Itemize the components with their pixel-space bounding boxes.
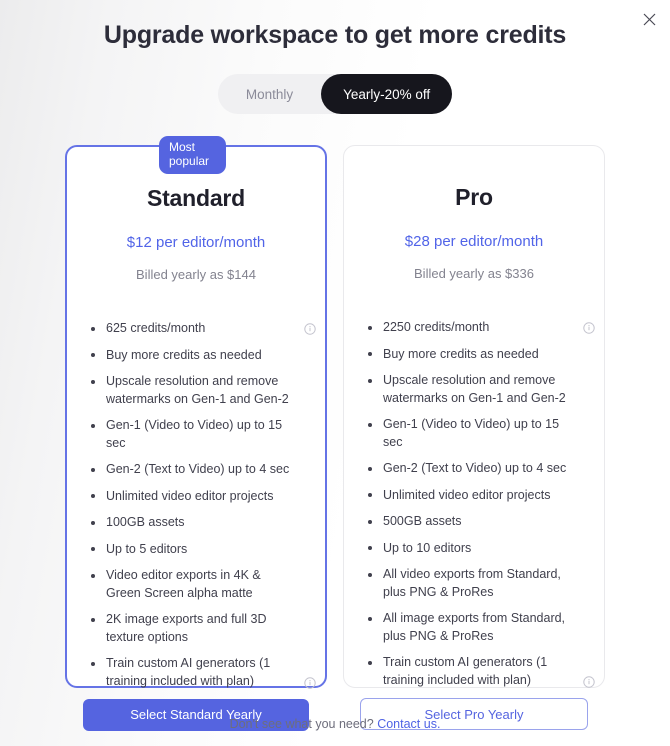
close-icon: [643, 13, 656, 26]
list-item: Up to 5 editors: [67, 541, 325, 559]
feature-text: Buy more credits as needed: [383, 346, 539, 361]
list-item: 2K image exports and full 3D texture opt…: [67, 611, 325, 646]
most-popular-badge: Most popular: [159, 136, 226, 174]
list-item: Train custom AI generators (1 training i…: [344, 654, 604, 689]
feature-text: All image exports from Standard, plus PN…: [383, 611, 566, 643]
feature-text: Unlimited video editor projects: [106, 488, 274, 503]
feature-text: Upscale resolution and remove watermarks…: [383, 373, 566, 405]
info-icon[interactable]: [583, 322, 595, 334]
list-item: Unlimited video editor projects: [344, 487, 604, 505]
plan-card-standard: Most popular Standard $12 per editor/mon…: [65, 136, 327, 731]
list-item: Up to 10 editors: [344, 540, 604, 558]
billing-toggle-track: Monthly Yearly-20% off: [217, 74, 453, 114]
feature-text: Gen-1 (Video to Video) up to 15 sec: [383, 417, 560, 449]
list-item: Gen-1 (Video to Video) up to 15 sec: [344, 416, 604, 451]
feature-text: 2K image exports and full 3D texture opt…: [106, 612, 267, 644]
bullet-icon: [368, 573, 378, 577]
bullet-icon: [91, 618, 101, 622]
bullet-icon: [91, 521, 101, 525]
info-icon[interactable]: [304, 677, 316, 689]
feature-text: Gen-2 (Text to Video) up to 4 sec: [383, 461, 567, 475]
bullet-icon: [91, 547, 101, 551]
list-item: Gen-1 (Video to Video) up to 15 sec: [67, 417, 325, 452]
list-item: 2250 credits/month: [344, 319, 604, 337]
list-item: Train custom AI generators (1 training i…: [67, 655, 325, 690]
bullet-icon: [91, 468, 101, 472]
contact-us-link[interactable]: Contact us.: [377, 717, 440, 731]
list-item: Upscale resolution and remove watermarks…: [67, 373, 325, 408]
list-item: Upscale resolution and remove watermarks…: [344, 372, 604, 407]
toggle-option-monthly[interactable]: Monthly: [218, 74, 321, 114]
bullet-icon: [368, 661, 378, 665]
close-button[interactable]: [637, 7, 661, 31]
bullet-icon: [91, 424, 101, 428]
plan-name: Pro: [455, 184, 493, 210]
list-item: Gen-2 (Text to Video) up to 4 sec: [67, 461, 325, 479]
feature-text: 2250 credits/month: [383, 320, 490, 334]
feature-text: Upscale resolution and remove watermarks…: [106, 374, 289, 406]
bullet-icon: [91, 574, 101, 578]
feature-text: Video editor exports in 4K & Green Scree…: [106, 568, 261, 600]
plan-cards: Most popular Standard $12 per editor/mon…: [65, 136, 605, 731]
feature-text: Up to 10 editors: [383, 540, 472, 555]
feature-text: Unlimited video editor projects: [383, 487, 551, 502]
feature-text: Gen-1 (Video to Video) up to 15 sec: [106, 418, 283, 450]
bullet-icon: [91, 662, 101, 666]
footer: Don't see what you need? Contact us.: [0, 717, 670, 731]
feature-text: Train custom AI generators (1 training i…: [106, 656, 271, 688]
feature-text: 500GB assets: [383, 514, 462, 528]
plan-price: $12 per editor/month: [126, 234, 266, 251]
bullet-icon: [91, 327, 101, 331]
info-icon[interactable]: [583, 676, 595, 688]
bullet-icon: [368, 520, 378, 524]
list-item: 500GB assets: [344, 513, 604, 531]
footer-text: Don't see what you need?: [229, 717, 374, 731]
bullet-icon: [368, 326, 378, 330]
feature-list: 2250 credits/month Buy more credits as n…: [344, 319, 604, 698]
feature-text: Up to 5 editors: [106, 541, 188, 556]
list-item: Buy more credits as needed: [67, 347, 325, 365]
list-item: All image exports from Standard, plus PN…: [344, 610, 604, 645]
plan-price: $28 per editor/month: [404, 233, 544, 250]
list-item: 625 credits/month: [67, 320, 325, 338]
bullet-icon: [368, 467, 378, 471]
feature-text: Buy more credits as needed: [106, 347, 262, 362]
plan-card-pro: Pro $28 per editor/month Billed yearly a…: [343, 145, 605, 730]
feature-list: 625 credits/month Buy more credits as ne…: [67, 320, 325, 699]
bullet-icon: [368, 423, 378, 427]
bullet-icon: [368, 493, 378, 497]
feature-text: All video exports from Standard, plus PN…: [383, 567, 561, 599]
bullet-icon: [91, 380, 101, 384]
bullet-icon: [368, 617, 378, 621]
upgrade-modal: Upgrade workspace to get more credits Mo…: [0, 0, 670, 746]
list-item: Video editor exports in 4K & Green Scree…: [67, 567, 325, 602]
plan-billing-note: Billed yearly as $336: [414, 266, 534, 281]
feature-text: 625 credits/month: [106, 321, 206, 335]
bullet-icon: [368, 352, 378, 356]
bullet-icon: [91, 353, 101, 357]
info-icon[interactable]: [304, 323, 316, 335]
list-item: Buy more credits as needed: [344, 346, 604, 364]
bullet-icon: [91, 494, 101, 498]
bullet-icon: [368, 379, 378, 383]
page-title: Upgrade workspace to get more credits: [103, 21, 567, 49]
billing-toggle: Monthly Yearly-20% off: [0, 74, 670, 114]
list-item: Gen-2 (Text to Video) up to 4 sec: [344, 460, 604, 478]
plan-billing-note: Billed yearly as $144: [136, 267, 256, 282]
feature-text: Gen-2 (Text to Video) up to 4 sec: [106, 462, 290, 476]
list-item: All video exports from Standard, plus PN…: [344, 566, 604, 601]
plan-name: Standard: [146, 185, 246, 211]
list-item: Unlimited video editor projects: [67, 488, 325, 506]
bullet-icon: [368, 546, 378, 550]
feature-text: Train custom AI generators (1 training i…: [383, 655, 548, 687]
toggle-option-yearly[interactable]: Yearly-20% off: [321, 74, 453, 114]
list-item: 100GB assets: [67, 514, 325, 532]
feature-text: 100GB assets: [106, 515, 185, 529]
